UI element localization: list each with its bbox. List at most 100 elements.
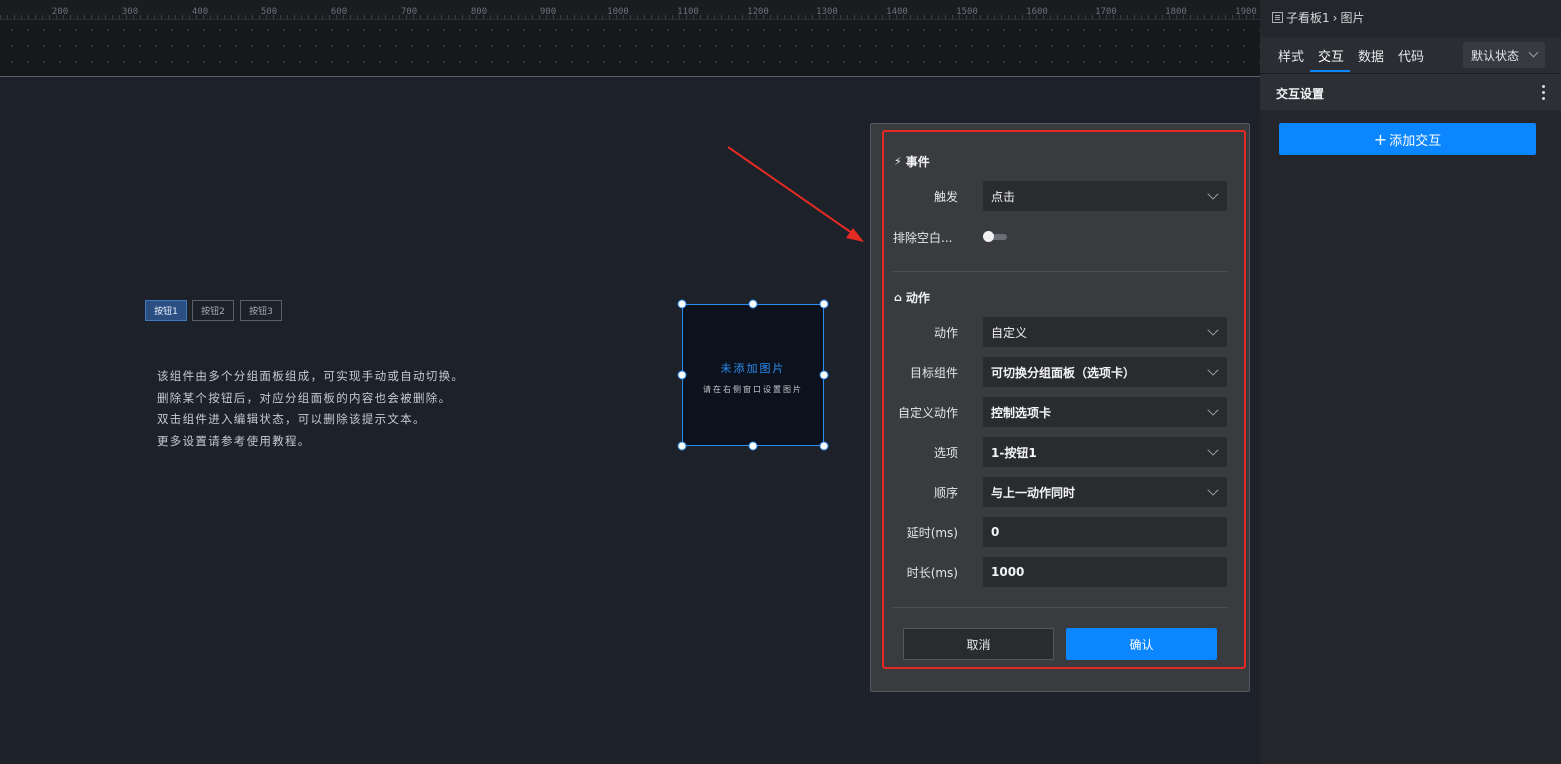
plus-icon: + [1373,129,1388,149]
tab-data[interactable]: 数据 [1358,46,1384,65]
delay-label: 延时(ms) [906,526,958,540]
ruler-tick: 800 [470,7,488,17]
cancel-button[interactable]: 取消 [903,628,1054,660]
property-tabs: 样式 交互 数据 代码 默认状态 [1260,37,1561,73]
event-title-text: 事件 [905,155,930,169]
chevron-down-icon [1207,444,1219,456]
breadcrumb: 子看板1 › 图片 [1272,9,1364,26]
resize-handle[interactable] [819,299,829,309]
dashboard-icon [1272,12,1283,23]
trigger-select[interactable]: 点击 [983,181,1227,211]
event-section-title: ⚡ 事件 [894,153,930,170]
component-hint-text[interactable]: 该组件由多个分组面板组成，可实现手动或自动切换。 删除某个按钮后，对应分组面板的… [157,366,464,452]
state-select[interactable]: 默认状态 [1463,42,1545,68]
ruler-tick: 1400 [886,7,908,17]
delay-input[interactable]: 0 [983,517,1227,547]
interaction-settings-title: 交互设置 [1276,87,1325,101]
more-menu-icon[interactable] [1542,85,1545,100]
add-interaction-label: 添加交互 [1389,133,1442,149]
active-tab-indicator [1310,70,1350,72]
chevron-down-icon [1207,324,1219,336]
tab-style[interactable]: 样式 [1278,46,1304,65]
chevron-down-icon [1207,188,1219,200]
hint-line: 删除某个按钮后，对应分组面板的内容也会被删除。 [157,390,452,405]
ruler-tick: 1900 [1235,7,1257,17]
resize-handle[interactable] [677,299,687,309]
order-select[interactable]: 与上一动作同时 [983,477,1227,507]
custom-action-select[interactable]: 控制选项卡 [983,397,1227,427]
image-placeholder-subtitle: 请在右侧窗口设置图片 [703,385,803,394]
ruler-tick: 700 [400,7,418,17]
ruler-tick: 1300 [816,7,838,17]
image-placeholder-title: 未添加图片 [720,362,786,375]
resize-handle[interactable] [748,299,758,309]
confirm-button[interactable]: 确认 [1066,628,1217,660]
canvas-tab-button-2[interactable]: 按钮2 [192,300,234,321]
trigger-value: 点击 [991,189,1016,204]
order-value: 与上一动作同时 [991,485,1076,500]
option-select[interactable]: 1-按钮1 [983,437,1227,467]
custom-action-label: 自定义动作 [897,406,958,420]
interaction-settings-header: 交互设置 [1260,73,1561,110]
resize-handle[interactable] [819,370,829,380]
ruler-tick: 600 [330,7,348,17]
chevron-down-icon [1207,364,1219,376]
chevron-down-icon [1528,47,1539,58]
hint-line: 更多设置请参考使用教程。 [157,433,311,448]
resize-handle[interactable] [677,441,687,451]
duration-input[interactable]: 1000 [983,557,1227,587]
properties-sidebar: 子看板1 › 图片 样式 交互 数据 代码 默认状态 交互设置 + 添加交互 [1260,0,1561,764]
breadcrumb-separator: › [1332,10,1338,25]
ruler-tick: 1700 [1095,7,1117,17]
exclude-blank-label: 排除空白... [893,231,953,245]
order-label: 顺序 [933,486,958,500]
ruler-tick: 200 [51,7,69,17]
breadcrumb-parent[interactable]: 子看板1 [1286,9,1330,26]
state-select-value: 默认状态 [1471,48,1520,63]
chevron-down-icon [1207,404,1219,416]
trigger-label: 触发 [933,190,958,204]
resize-handle[interactable] [677,370,687,380]
action-section-title: ⌂ 动作 [894,289,930,306]
add-interaction-button[interactable]: + 添加交互 [1279,123,1536,155]
ruler-tick: 400 [191,7,209,17]
duration-label: 时长(ms) [906,566,958,580]
section-divider [893,271,1227,272]
tab-code[interactable]: 代码 [1398,46,1424,65]
custom-action-value: 控制选项卡 [991,405,1052,420]
chevron-down-icon [1207,484,1219,496]
target-select[interactable]: 可切换分组面板（选项卡） [983,357,1227,387]
ruler-tick: 1600 [1026,7,1048,17]
hint-line: 该组件由多个分组面板组成，可实现手动或自动切换。 [157,369,465,383]
ruler-tick: 1100 [677,7,699,17]
hint-line: 双击组件进入编辑状态，可以删除该提示文本。 [157,412,426,426]
exclude-blank-toggle[interactable] [983,231,1007,242]
canvas-tab-button-3[interactable]: 按钮3 [240,300,282,321]
ruler-tick: 300 [121,7,139,17]
ruler-tick: 1800 [1165,7,1187,17]
ruler-tick: 500 [260,7,278,17]
footer-divider [893,607,1227,608]
option-label: 选项 [933,446,958,460]
action-icon: ⌂ [894,291,902,304]
resize-handle[interactable] [819,441,829,451]
ruler-tick: 1200 [747,7,769,17]
ruler-tick: 1000 [607,7,629,17]
toggle-knob [983,231,994,242]
image-component[interactable]: 未添加图片 请在右侧窗口设置图片 [682,304,824,446]
tab-interaction[interactable]: 交互 [1318,46,1344,65]
canvas-ruler: 200 300 400 500 600 700 800 900 1000 110… [0,0,1260,77]
action-select[interactable]: 自定义 [983,317,1227,347]
target-label: 目标组件 [909,366,958,380]
action-label: 动作 [933,326,958,340]
resize-handle[interactable] [748,441,758,451]
ruler-tick: 1500 [956,7,978,17]
target-value: 可切换分组面板（选项卡） [991,365,1136,380]
action-value: 自定义 [991,325,1028,340]
option-value: 1-按钮1 [991,445,1037,460]
action-title-text: 动作 [905,291,930,305]
ruler-scale: 200 300 400 500 600 700 800 900 1000 110… [0,0,1260,20]
canvas-tab-button-1[interactable]: 按钮1 [145,300,187,321]
lightning-icon: ⚡ [894,155,902,168]
breadcrumb-current: 图片 [1340,11,1365,25]
